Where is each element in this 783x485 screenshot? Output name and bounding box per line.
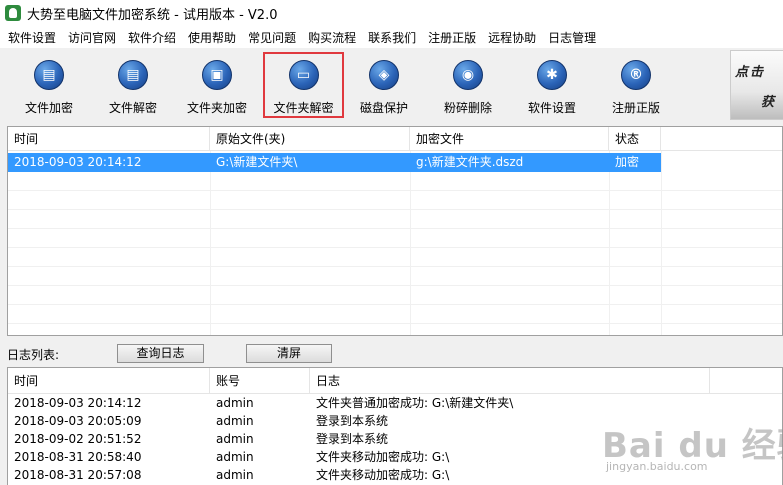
menu-item-visit-website[interactable]: 访问官网 <box>62 29 122 46</box>
column-header-encrypted-file[interactable]: 加密文件 <box>410 127 609 151</box>
folder-unlock-icon: ▭ <box>288 60 319 90</box>
column-header-log[interactable]: 日志 <box>310 368 710 394</box>
log-list-label: 日志列表: <box>7 348 60 362</box>
menu-item-register[interactable]: 注册正版 <box>422 29 482 46</box>
cell-time: 2018-09-03 20:14:12 <box>14 155 142 169</box>
cell-encrypted-file: g:\新建文件夹.dszd <box>416 155 524 169</box>
file-lock-icon: ▤ <box>34 60 64 90</box>
cell-log: 登录到本系统 <box>316 414 389 428</box>
menu-item-purchase[interactable]: 购买流程 <box>302 29 362 46</box>
menu-item-contact[interactable]: 联系我们 <box>362 29 422 46</box>
folder-decrypt-button[interactable]: ▭ 文件夹解密 <box>263 52 344 118</box>
cell-account: admin <box>216 414 254 428</box>
table-row[interactable]: 2018-08-31 20:58:40 admin 文件夹移动加密成功: G:\ <box>8 448 782 467</box>
query-log-button[interactable]: 查询日志 <box>117 344 204 363</box>
file-unlock-icon: ▤ <box>118 60 148 90</box>
menu-item-log-management[interactable]: 日志管理 <box>542 29 602 46</box>
column-divider <box>661 151 662 335</box>
table-row[interactable]: 2018-09-02 20:51:52 admin 登录到本系统 <box>8 430 782 449</box>
banner-text-line1: 点击 <box>735 65 766 80</box>
menu-bar: 软件设置 访问官网 软件介绍 使用帮助 常见问题 购买流程 联系我们 注册正版 … <box>0 26 783 48</box>
file-decrypt-label: 文件解密 <box>108 101 157 115</box>
column-header-time[interactable]: 时间 <box>8 368 210 394</box>
title-bar: 大势至电脑文件加密系统 - 试用版本 - V2.0 <box>0 0 783 26</box>
table-row[interactable]: 2018-09-03 20:05:09 admin 登录到本系统 <box>8 412 782 431</box>
cell-log: 文件夹移动加密成功: G:\ <box>316 468 450 482</box>
row-divider <box>8 266 782 267</box>
cell-time: 2018-09-03 20:05:09 <box>14 414 142 428</box>
column-header-source[interactable]: 原始文件(夹) <box>210 127 410 151</box>
cell-account: admin <box>216 432 254 446</box>
registered-icon: ® <box>621 60 651 90</box>
table-row[interactable]: 2018-08-31 20:57:08 admin 文件夹移动加密成功: G:\ <box>8 466 782 485</box>
cell-time: 2018-08-31 20:57:08 <box>14 468 142 482</box>
row-divider <box>8 323 782 324</box>
cell-time: 2018-09-02 20:51:52 <box>14 432 142 446</box>
clear-screen-button[interactable]: 清屏 <box>246 344 332 363</box>
shred-delete-label: 粉碎删除 <box>443 101 492 115</box>
shred-icon: ◉ <box>453 60 483 90</box>
folder-encrypt-label: 文件夹加密 <box>186 101 247 115</box>
column-header-status[interactable]: 状态 <box>609 127 661 151</box>
shred-delete-button[interactable]: ◉ 粉碎删除 <box>427 56 509 118</box>
cell-account: admin <box>216 396 254 410</box>
row-divider <box>8 209 782 210</box>
disk-protect-label: 磁盘保护 <box>359 101 408 115</box>
file-table-header: 时间 原始文件(夹) 加密文件 状态 <box>8 127 782 151</box>
row-divider <box>8 285 782 286</box>
table-row[interactable]: 2018-09-03 20:14:12 admin 文件夹普通加密成功: G:\… <box>8 394 782 413</box>
register-button[interactable]: ® 注册正版 <box>595 56 677 118</box>
cell-time: 2018-09-03 20:14:12 <box>14 396 142 410</box>
promo-banner[interactable]: 点击 获 <box>730 50 783 120</box>
settings-label: 软件设置 <box>527 101 576 115</box>
window-title: 大势至电脑文件加密系统 - 试用版本 - V2.0 <box>27 7 278 23</box>
row-divider <box>8 247 782 248</box>
column-header-time[interactable]: 时间 <box>8 127 210 151</box>
settings-button[interactable]: ✱ 软件设置 <box>511 56 593 118</box>
disk-shield-icon: ◈ <box>369 60 399 90</box>
file-encrypt-button[interactable]: ▤ 文件加密 <box>8 56 90 118</box>
register-label: 注册正版 <box>611 101 660 115</box>
column-divider <box>210 151 211 335</box>
app-logo-icon <box>5 5 21 21</box>
disk-protect-button[interactable]: ◈ 磁盘保护 <box>343 56 425 118</box>
file-decrypt-button[interactable]: ▤ 文件解密 <box>92 56 174 118</box>
menu-item-software-intro[interactable]: 软件介绍 <box>122 29 182 46</box>
log-table[interactable]: 时间 账号 日志 2018-09-03 20:14:12 admin 文件夹普通… <box>7 367 783 485</box>
cell-log: 文件夹移动加密成功: G:\ <box>316 450 450 464</box>
row-divider <box>8 190 782 191</box>
menu-item-software-settings[interactable]: 软件设置 <box>2 29 62 46</box>
cell-time: 2018-08-31 20:58:40 <box>14 450 142 464</box>
log-table-header: 时间 账号 日志 <box>8 368 782 394</box>
cell-status: 加密 <box>615 155 640 169</box>
cell-account: admin <box>216 450 254 464</box>
table-row[interactable]: 2018-09-03 20:14:12 G:\新建文件夹\ g:\新建文件夹.d… <box>8 153 661 172</box>
menu-item-remote-assist[interactable]: 远程协助 <box>482 29 542 46</box>
column-header-account[interactable]: 账号 <box>210 368 310 394</box>
gear-icon: ✱ <box>537 60 567 90</box>
folder-encrypt-button[interactable]: ▣ 文件夹加密 <box>176 56 258 118</box>
row-divider <box>8 228 782 229</box>
log-toolbar: 日志列表: 查询日志 清屏 <box>0 340 783 366</box>
folder-lock-icon: ▣ <box>202 60 232 90</box>
column-divider <box>410 151 411 335</box>
folder-decrypt-label: 文件夹解密 <box>273 101 334 115</box>
row-divider <box>8 304 782 305</box>
menu-item-help[interactable]: 使用帮助 <box>182 29 242 46</box>
banner-text-line2: 获 <box>761 95 775 110</box>
cell-log: 文件夹普通加密成功: G:\新建文件夹\ <box>316 396 514 410</box>
cell-log: 登录到本系统 <box>316 432 389 446</box>
cell-account: admin <box>216 468 254 482</box>
file-table[interactable]: 时间 原始文件(夹) 加密文件 状态 2018-09-03 20:14:12 G… <box>7 126 783 336</box>
menu-item-faq[interactable]: 常见问题 <box>242 29 302 46</box>
file-encrypt-label: 文件加密 <box>24 101 73 115</box>
cell-source: G:\新建文件夹\ <box>216 155 298 169</box>
toolbar: ▤ 文件加密 ▤ 文件解密 ▣ 文件夹加密 ▭ 文件夹解密 ◈ 磁盘保护 ◉ 粉… <box>0 48 783 122</box>
column-divider <box>609 151 610 335</box>
